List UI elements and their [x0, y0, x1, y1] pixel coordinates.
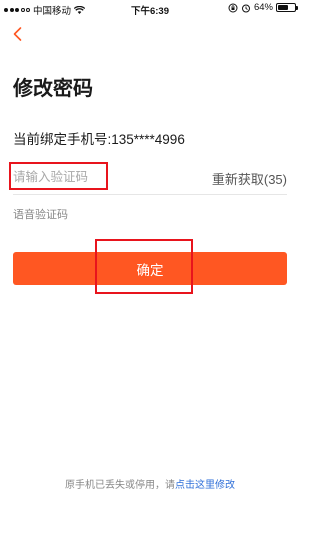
resend-code-button[interactable]: 重新获取(35): [212, 169, 287, 188]
annotation-box-button: [95, 239, 193, 294]
alarm-icon: [241, 4, 250, 12]
back-button[interactable]: [8, 24, 28, 44]
footer-tip-text: 原手机已丢失或停用，请: [65, 480, 175, 491]
change-phone-link[interactable]: 点击这里修改: [175, 480, 235, 491]
battery-icon: [276, 3, 298, 12]
bound-phone-text: 当前绑定手机号:135****4996: [13, 132, 185, 147]
page-title: 修改密码: [13, 78, 93, 100]
lock-rotation-icon: [228, 3, 238, 12]
chevron-left-icon: [13, 27, 22, 41]
annotation-box-input: [9, 162, 108, 190]
footer-tip: 原手机已丢失或停用，请点击这里修改: [0, 476, 300, 491]
battery-percent: 64%: [253, 2, 273, 13]
status-bar: 中国移动 下午6:39 64%: [0, 0, 300, 18]
status-right: 64%: [228, 2, 298, 13]
input-divider: [13, 194, 287, 195]
voice-code-link[interactable]: 语音验证码: [13, 206, 68, 222]
